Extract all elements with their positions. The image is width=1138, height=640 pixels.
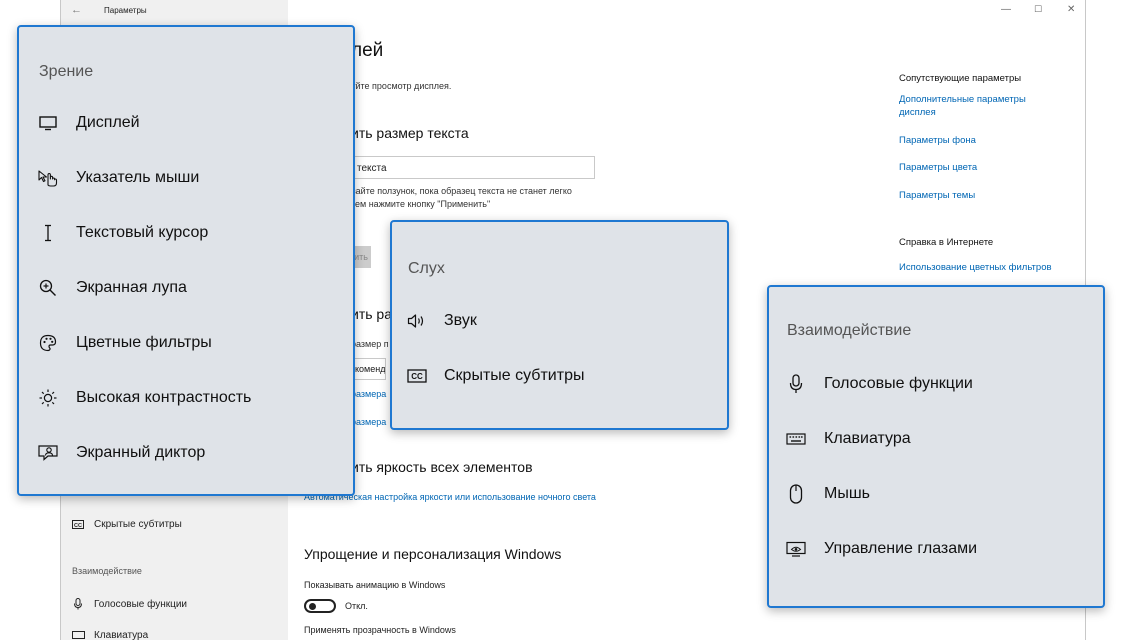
animation-state: Откл. <box>345 601 368 611</box>
text-size-heading: ить размер текста <box>351 125 469 141</box>
vision-item-high-contrast[interactable]: Высокая контрастность <box>37 387 251 409</box>
narrator-icon <box>37 442 59 464</box>
title-bar: ← Параметры — ☐ ✕ <box>61 0 1085 24</box>
maximize-button[interactable]: ☐ <box>1034 4 1042 15</box>
keyboard-icon <box>70 629 86 640</box>
keyboard-icon <box>785 428 807 450</box>
page-subtitle: уйте просмотр дисплея. <box>351 81 452 91</box>
interaction-item-keyboard[interactable]: Клавиатура <box>785 428 911 450</box>
interaction-item-mouse[interactable]: Мышь <box>785 483 870 505</box>
contrast-sun-icon <box>37 387 59 409</box>
vision-item-label: Цветные фильтры <box>76 334 212 351</box>
hearing-item-label: Скрытые субтитры <box>444 367 585 384</box>
vision-item-label: Экранная лупа <box>76 279 187 296</box>
scale-label: размер п <box>351 339 389 349</box>
sidebar-item-closed-captions[interactable]: CC Скрытые субтитры <box>70 518 182 530</box>
microphone-icon <box>785 373 807 395</box>
vision-item-label: Экранный диктор <box>76 444 206 461</box>
vision-item-label: Дисплей <box>76 114 140 131</box>
svg-text:CC: CC <box>74 522 82 528</box>
microphone-icon <box>70 598 86 610</box>
speaker-icon <box>406 310 428 332</box>
page-title: лей <box>351 40 384 61</box>
help-link-color-filters[interactable]: Использование цветных фильтров <box>899 262 1052 273</box>
sidebar-item-label: Голосовые функции <box>94 598 188 610</box>
mouse-icon <box>785 483 807 505</box>
vision-item-mouse-pointer[interactable]: Указатель мыши <box>37 167 199 189</box>
vision-item-label: Указатель мыши <box>76 169 200 186</box>
vision-card: Зрение Дисплей Указатель мыши Текстовый … <box>17 25 355 496</box>
pointer-hand-icon <box>37 167 59 189</box>
interaction-item-speech[interactable]: Голосовые функции <box>785 373 973 395</box>
slider-hint: вайте ползунок, пока образец текста не с… <box>351 186 572 209</box>
monitor-icon <box>37 112 59 134</box>
interaction-item-label: Управление глазами <box>824 540 978 557</box>
vision-item-text-cursor[interactable]: Текстовый курсор <box>37 222 208 244</box>
sidebar-item-keyboard[interactable]: Клавиатура <box>70 629 148 640</box>
svg-text:CC: CC <box>411 372 423 381</box>
related-link-color[interactable]: Параметры цвета <box>899 161 1059 174</box>
sidebar-item-label: Клавиатура <box>94 629 149 640</box>
vision-item-color-filters[interactable]: Цветные фильтры <box>37 332 212 354</box>
sidebar-item-voice[interactable]: Голосовые функции <box>70 598 187 610</box>
interaction-card-title: Взаимодействие <box>787 322 912 339</box>
related-link-background[interactable]: Параметры фона <box>899 134 1059 147</box>
magnifier-icon <box>37 277 59 299</box>
text-cursor-icon <box>37 222 59 244</box>
back-arrow-icon[interactable]: ← <box>71 4 82 16</box>
hearing-card-title: Слух <box>408 260 445 277</box>
interaction-item-label: Мышь <box>824 485 870 502</box>
vision-item-label: Текстовый курсор <box>76 224 209 241</box>
vision-card-title: Зрение <box>39 63 94 80</box>
scale-link[interactable]: размера <box>351 417 386 427</box>
interaction-card: Взаимодействие Голосовые функции Клавиат… <box>767 285 1105 608</box>
transparency-label: Применять прозрачность в Windows <box>304 625 456 635</box>
animation-label: Показывать анимацию в Windows <box>304 580 446 590</box>
closed-captions-icon: CC <box>406 365 428 387</box>
related-link-display[interactable]: Дополнительные параметры дисплея <box>899 93 1059 119</box>
vision-item-magnifier[interactable]: Экранная лупа <box>37 277 187 299</box>
vision-item-display[interactable]: Дисплей <box>37 112 140 134</box>
scale-heading: ить ра <box>351 306 392 322</box>
related-settings-heading: Сопутствующие параметры <box>899 73 1022 84</box>
interaction-item-label: Голосовые функции <box>824 375 973 392</box>
palette-icon <box>37 332 59 354</box>
hearing-item-closed-captions[interactable]: CC Скрытые субтитры <box>406 365 584 387</box>
vision-item-label: Высокая контрастность <box>76 389 252 406</box>
simplify-heading: Упрощение и персонализация Windows <box>304 546 562 562</box>
sidebar-item-label: Скрытые субтитры <box>94 518 182 530</box>
eye-control-icon <box>785 538 807 560</box>
interaction-item-label: Клавиатура <box>824 430 911 447</box>
scale-link[interactable]: размера <box>351 389 386 399</box>
hearing-item-audio[interactable]: Звук <box>406 310 477 332</box>
brightness-heading: ить яркость всех элементов <box>351 459 533 475</box>
hearing-card: Слух Звук CC Скрытые субтитры <box>390 220 729 430</box>
animation-toggle[interactable] <box>304 599 336 613</box>
hearing-item-label: Звук <box>444 312 477 329</box>
close-button[interactable]: ✕ <box>1067 4 1075 15</box>
help-heading: Справка в Интернете <box>899 237 994 248</box>
related-link-theme[interactable]: Параметры темы <box>899 189 1059 202</box>
window-title: Параметры <box>104 6 147 15</box>
closed-captions-icon: CC <box>70 518 86 530</box>
sidebar-section-heading: Взаимодействие <box>72 566 142 576</box>
minimize-button[interactable]: — <box>1001 4 1011 15</box>
interaction-item-eye-control[interactable]: Управление глазами <box>785 538 977 560</box>
text-sample-box: текста <box>346 156 595 179</box>
vision-item-narrator[interactable]: Экранный диктор <box>37 442 205 464</box>
